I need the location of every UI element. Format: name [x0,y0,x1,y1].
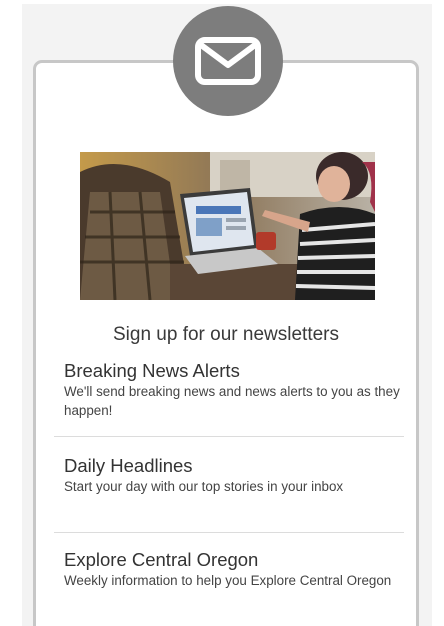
envelope-icon [173,6,283,116]
newsletter-item-explore-central-oregon[interactable]: Explore Central Oregon Weekly informatio… [54,533,404,623]
newsletter-name[interactable]: Daily Headlines [64,455,404,477]
newsletter-signup-title: Sign up for our newsletters [112,324,339,345]
newsletter-description: We'll send breaking news and news alerts… [64,384,400,418]
newsletter-description: Start your day with our top stories in y… [64,479,344,494]
newsletter-description: Weekly information to help you Explore C… [64,573,392,588]
hero-image [80,152,375,300]
newsletter-item-daily-headlines[interactable]: Daily Headlines Start your day with our … [54,437,404,533]
newsletter-item-breaking-news[interactable]: Breaking News Alerts We'll send breaking… [54,358,404,437]
newsletter-name[interactable]: Explore Central Oregon [64,549,404,571]
newsletter-list: Breaking News Alerts We'll send breaking… [54,358,404,623]
newsletter-name[interactable]: Breaking News Alerts [64,360,404,382]
newsletter-page: Sign up for our newsletters Breaking New… [0,0,444,626]
